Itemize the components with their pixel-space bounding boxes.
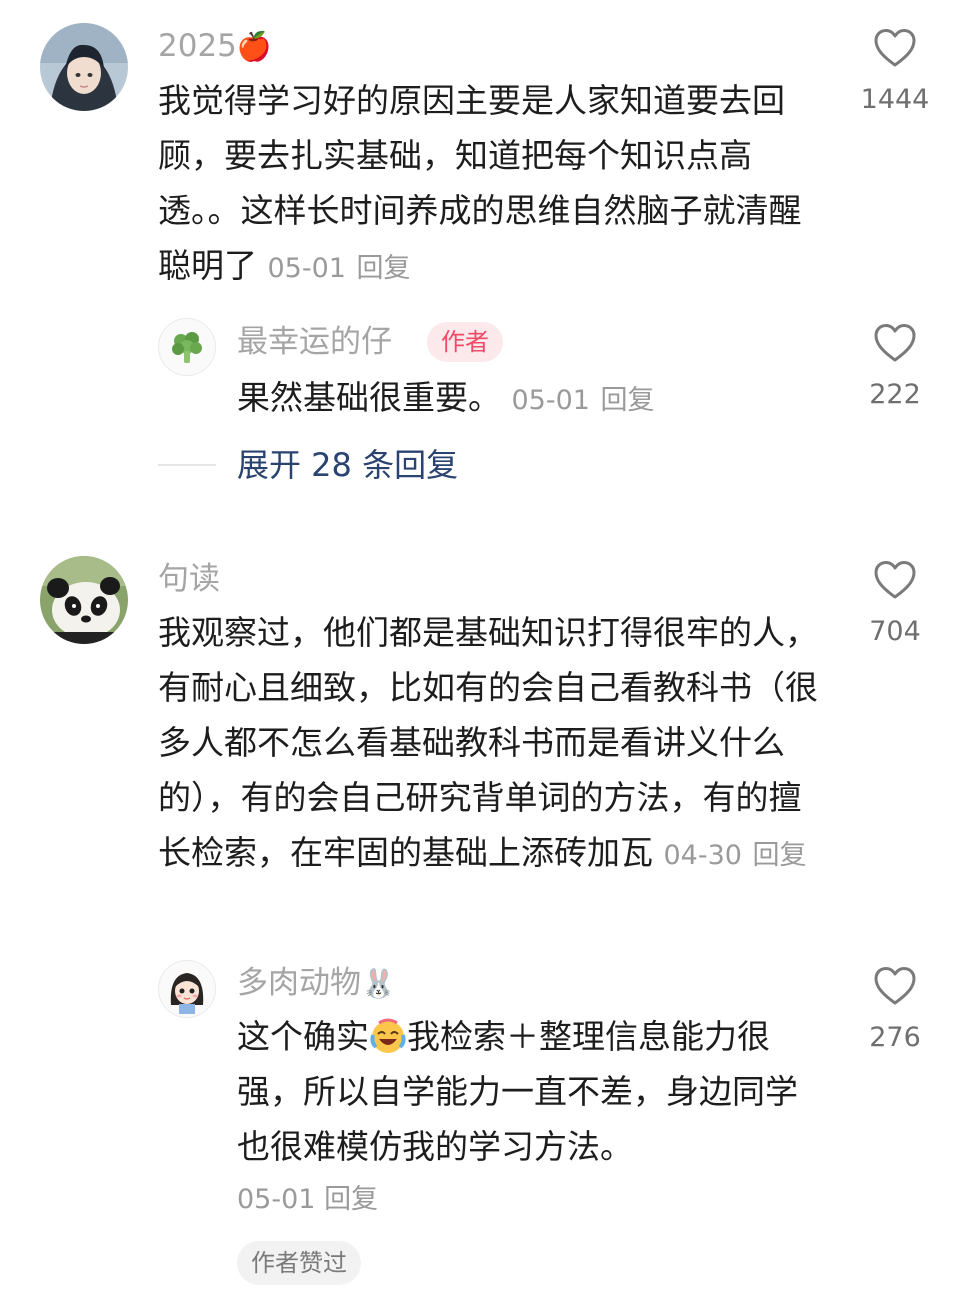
avatar[interactable]: [158, 960, 216, 1018]
like-button[interactable]: 222: [840, 323, 950, 413]
crying-laughing-emoji-icon: [370, 1018, 406, 1053]
comment-text: 我观察过，他们都是基础知识打得很牢的人，有耐心且细致，比如有的会自己看教科书（很…: [158, 613, 818, 872]
like-count: 222: [869, 379, 921, 410]
comment-text: 我觉得学习好的原因主要是人家知道要去回顾，要去扎实基础，知道把每个知识点高透。。…: [158, 81, 802, 285]
heart-icon: [874, 29, 916, 67]
comment-username[interactable]: 句读: [158, 559, 220, 599]
heart-icon: [874, 561, 916, 599]
reply-button[interactable]: 回复: [600, 385, 654, 416]
author-liked-badge: 作者赞过: [237, 1241, 361, 1285]
broccoli-avatar-icon: [159, 319, 215, 375]
panda-avatar-icon: [40, 556, 128, 644]
reply-meta: 05-01 回复: [237, 1180, 378, 1220]
like-button[interactable]: 704: [840, 560, 950, 650]
reply-date: 05-01: [511, 385, 590, 416]
username-text: 多肉动物: [237, 965, 361, 1001]
reply-text: 这个确实: [237, 1017, 369, 1056]
cartoon-girl-avatar-icon: [159, 961, 215, 1017]
reply-username[interactable]: 多肉动物🐰: [237, 963, 396, 1004]
avatar[interactable]: [40, 556, 128, 644]
like-button[interactable]: 1444: [840, 28, 950, 118]
anime-portrait-avatar-icon: [40, 23, 128, 111]
expand-replies-button[interactable]: 展开 28 条回复: [237, 443, 458, 487]
reply-username[interactable]: 最幸运的仔: [237, 322, 392, 362]
heart-icon: [874, 967, 916, 1005]
reply-body: 果然基础很重要。 05-01 回复: [237, 370, 837, 428]
like-count: 1444: [860, 84, 930, 115]
heart-icon: [874, 324, 916, 362]
comment-body: 我观察过，他们都是基础知识打得很牢的人，有耐心且细致，比如有的会自己看教科书（很…: [158, 605, 830, 883]
avatar[interactable]: [40, 23, 128, 111]
rabbit-emoji-icon: 🐰: [361, 967, 396, 1000]
reply-button[interactable]: 回复: [324, 1184, 378, 1215]
reply-button[interactable]: 回复: [752, 840, 806, 871]
expand-divider: [158, 464, 216, 466]
reply-button[interactable]: 回复: [356, 253, 410, 284]
reply-date: 05-01: [237, 1184, 316, 1215]
comment-date: 04-30: [663, 840, 742, 871]
like-count: 276: [869, 1022, 921, 1053]
avatar[interactable]: [158, 318, 216, 376]
username-text: 2025: [158, 28, 237, 64]
comment-body: 我觉得学习好的原因主要是人家知道要去回顾，要去扎实基础，知道把每个知识点高透。。…: [158, 73, 830, 296]
comment-date: 05-01: [267, 253, 346, 284]
like-count: 704: [869, 616, 921, 647]
like-button[interactable]: 276: [840, 966, 950, 1056]
author-badge: 作者: [427, 322, 503, 362]
apple-emoji-icon: 🍎: [236, 30, 272, 63]
reply-text: 果然基础很重要。: [237, 378, 501, 417]
comment-username[interactable]: 2025🍎: [158, 26, 272, 67]
reply-body: 这个确实 我检索＋整理信息能力很强，所以自学能力一直不差，身边同学也很难模仿我的…: [237, 1009, 817, 1174]
